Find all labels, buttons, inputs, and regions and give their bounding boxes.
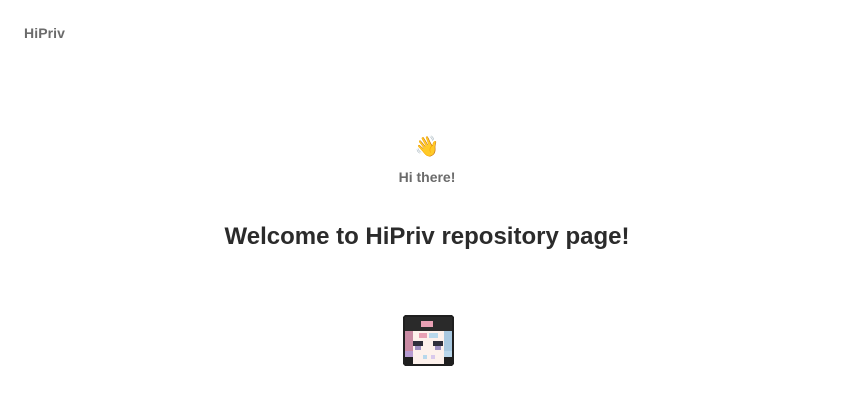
waving-hand-icon: 👋	[414, 136, 440, 158]
greeting-text: Hi there!	[398, 169, 456, 185]
page: HiPriv 👋 Hi there! Welcome to HiPriv rep…	[0, 0, 854, 400]
brand-link[interactable]: HiPriv	[24, 25, 65, 41]
page-title: Welcome to HiPriv repository page!	[224, 223, 630, 250]
avatar	[403, 315, 454, 366]
